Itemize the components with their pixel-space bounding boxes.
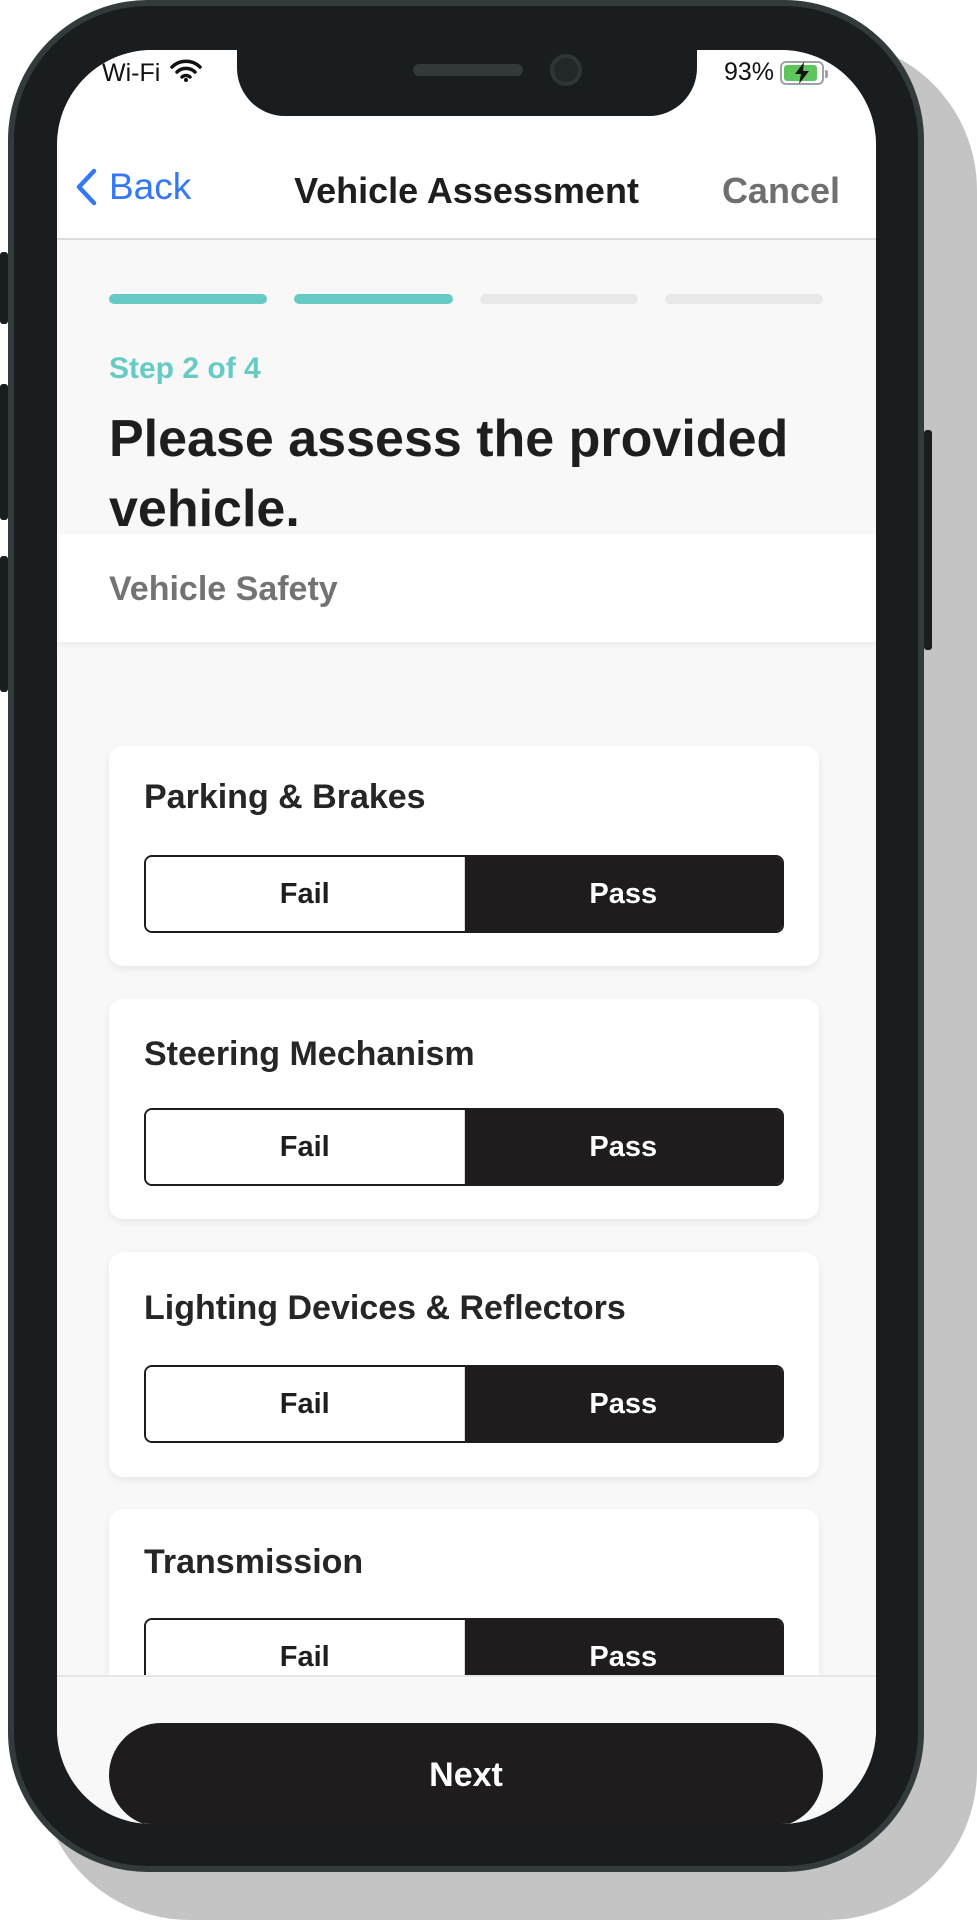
check-card-parking-brakes: Parking & Brakes Fail Pass (109, 746, 819, 966)
volume-up-button (0, 384, 8, 520)
pass-option[interactable]: Pass (464, 1620, 782, 1675)
check-card-transmission: Transmission Fail Pass (109, 1509, 819, 1675)
step-indicator: Step 2 of 4 (109, 352, 261, 385)
page-heading: Please assess the provided vehicle. (109, 410, 789, 538)
charging-bolt-icon (795, 61, 809, 84)
check-label: Steering Mechanism (144, 1035, 475, 1073)
phone-screen: Wi-Fi 93% Back Vehicle Assessment Cancel… (57, 50, 876, 1824)
pass-option[interactable]: Pass (464, 857, 782, 931)
next-button[interactable]: Next (109, 1723, 823, 1824)
section-title: Vehicle Safety (109, 570, 338, 608)
notch (237, 50, 697, 116)
fail-option[interactable]: Fail (146, 1110, 465, 1184)
check-label: Parking & Brakes (144, 778, 426, 816)
battery-percent: 93% (723, 58, 774, 86)
check-label: Transmission (144, 1543, 364, 1581)
fail-option[interactable]: Fail (146, 1367, 465, 1441)
cancel-button[interactable]: Cancel (722, 170, 840, 212)
check-label: Lighting Devices & Reflectors (144, 1289, 626, 1327)
section-header: Vehicle Safety (57, 534, 876, 642)
network-label: Wi-Fi (102, 59, 161, 87)
pass-fail-toggle: Fail Pass (144, 1108, 784, 1186)
volume-down-button (0, 556, 8, 692)
step-progress-bar (109, 294, 823, 304)
navigation-bar: Back Vehicle Assessment Cancel (57, 116, 876, 240)
battery-status: 93% (723, 58, 828, 87)
pass-fail-toggle: Fail Pass (144, 1365, 784, 1443)
fail-option[interactable]: Fail (146, 1620, 465, 1675)
wifi-icon (170, 58, 203, 89)
assessment-list[interactable]: Parking & Brakes Fail Pass Steering Mech… (57, 642, 876, 1675)
power-button (924, 430, 932, 650)
check-card-lighting-devices: Lighting Devices & Reflectors Fail Pass (109, 1252, 819, 1477)
progress-segment-2 (294, 294, 453, 304)
pass-fail-toggle: Fail Pass (144, 1618, 784, 1675)
network-status: Wi-Fi (102, 58, 203, 89)
fail-option[interactable]: Fail (146, 857, 465, 931)
front-camera (550, 54, 582, 86)
progress-segment-1 (109, 294, 268, 304)
pass-option[interactable]: Pass (464, 1367, 782, 1441)
battery-icon (780, 60, 828, 85)
mute-switch (0, 252, 8, 324)
check-card-steering-mechanism: Steering Mechanism Fail Pass (109, 999, 819, 1219)
pass-fail-toggle: Fail Pass (144, 855, 784, 933)
pass-option[interactable]: Pass (464, 1110, 782, 1184)
footer-bar: Next (57, 1675, 876, 1824)
battery-nub (825, 69, 828, 78)
progress-segment-3 (479, 294, 638, 304)
progress-segment-4 (664, 294, 823, 304)
speaker-grille (413, 64, 523, 76)
